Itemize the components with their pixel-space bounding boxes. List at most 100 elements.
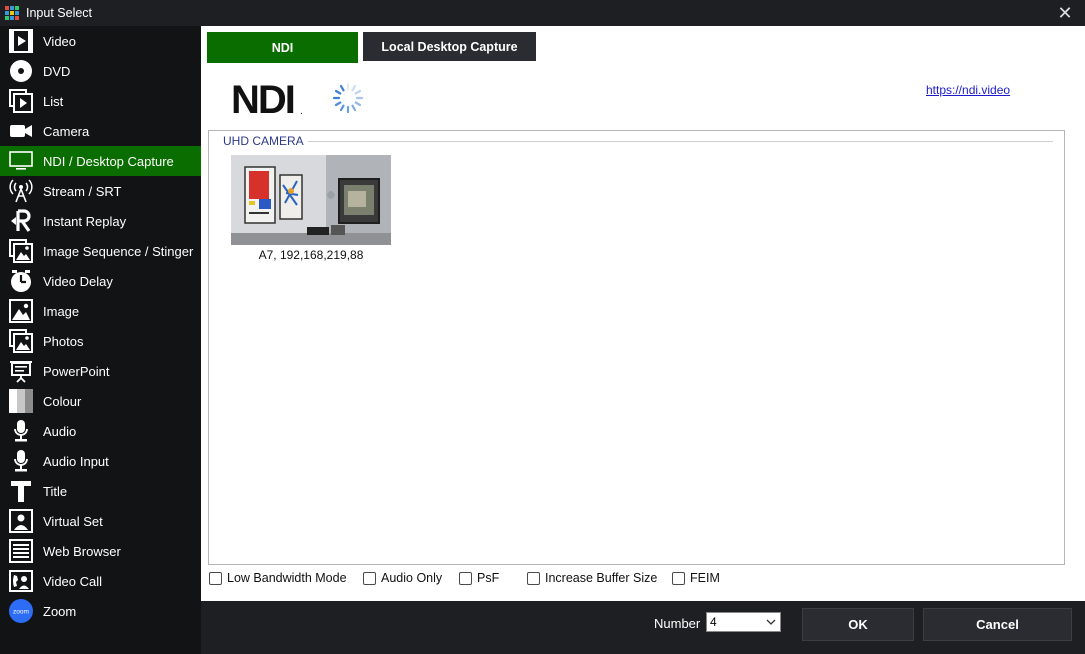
presentation-icon (8, 358, 34, 384)
sidebar-item-label: Stream / SRT (43, 183, 122, 199)
sidebar-item-label: Video (43, 33, 77, 49)
video-file-icon (8, 28, 34, 54)
audio-only-checkbox[interactable]: Audio Only (363, 571, 442, 585)
low-bandwidth-mode-checkbox[interactable]: Low Bandwidth Mode (209, 571, 347, 585)
microphone-input-icon (8, 448, 34, 474)
psf-checkbox[interactable]: PsF (459, 571, 499, 585)
sidebar-item-dvd[interactable]: DVD (0, 56, 201, 86)
ok-button[interactable]: OK (802, 608, 914, 641)
svg-text:zoom: zoom (13, 609, 29, 616)
ndi-source-thumbnail[interactable] (231, 155, 391, 245)
checkbox-box[interactable] (363, 571, 376, 585)
number-value: 4 (710, 615, 717, 629)
image-sequence-icon (8, 238, 34, 264)
loading-spinner-icon (332, 82, 364, 114)
photos-icon (8, 328, 34, 354)
footer-bar: Number 4 OK Cancel (201, 601, 1085, 654)
sidebar-item-label: PowerPoint (43, 363, 110, 379)
increase-buffer-size-checkbox[interactable]: Increase Buffer Size (527, 571, 657, 585)
clock-icon (8, 268, 34, 294)
cancel-button[interactable]: Cancel (923, 608, 1072, 641)
checkbox-label: Low Bandwidth Mode (227, 571, 347, 585)
checkbox-box[interactable] (527, 571, 540, 585)
sidebar-item-label: Colour (43, 393, 82, 409)
sidebar-item-image[interactable]: Image (0, 296, 201, 326)
sidebar-item-label: Instant Replay (43, 213, 127, 229)
sidebar-item-label: Title (43, 483, 68, 499)
sidebar-item-zoom[interactable]: zoom Zoom (0, 596, 201, 626)
group-divider (219, 141, 1053, 142)
replay-icon (8, 208, 34, 234)
checkbox-box[interactable] (459, 571, 472, 585)
sidebar-item-list[interactable]: List (0, 86, 201, 116)
ndi-panel: NDI Local Desktop Capture NDI . https://… (201, 26, 1085, 601)
input-type-sidebar: Video DVD List Camera NDI / Desktop Capt… (0, 26, 201, 654)
sidebar-item-label: NDI / Desktop Capture (43, 153, 174, 169)
checkbox-label: Audio Only (381, 571, 443, 585)
close-button[interactable]: ✕ (1055, 3, 1075, 23)
ndi-website-link[interactable]: https://ndi.video (926, 83, 1010, 97)
title-bar: Input Select ✕ (0, 0, 1085, 26)
colour-icon (8, 388, 34, 414)
ndi-source-caption: A7, 192,168,219,88 (258, 248, 364, 262)
chevron-down-icon (766, 619, 776, 625)
video-call-icon (8, 568, 34, 594)
sidebar-item-stream-srt[interactable]: Stream / SRT (0, 176, 201, 206)
list-icon (8, 88, 34, 114)
checkbox-label: FEIM (690, 571, 720, 585)
sidebar-item-ndi-desktop-capture[interactable]: NDI / Desktop Capture (0, 146, 201, 176)
tab-local-desktop-capture[interactable]: Local Desktop Capture (363, 32, 536, 61)
sidebar-item-image-sequence-stinger[interactable]: Image Sequence / Stinger (0, 236, 201, 266)
sidebar-item-label: DVD (43, 63, 71, 79)
sidebar-item-label: Photos (43, 333, 84, 349)
antenna-icon (8, 178, 34, 204)
checkbox-label: Increase Buffer Size (545, 571, 658, 585)
sidebar-item-colour[interactable]: Colour (0, 386, 201, 416)
sidebar-item-label: Video Delay (43, 273, 113, 289)
sidebar-item-label: Web Browser (43, 543, 121, 559)
sidebar-item-label: Image (43, 303, 80, 319)
sidebar-item-label: List (43, 93, 64, 109)
sidebar-item-label: Audio (43, 423, 77, 439)
sidebar-item-instant-replay[interactable]: Instant Replay (0, 206, 201, 236)
checkbox-box[interactable] (209, 571, 222, 585)
checkbox-box[interactable] (672, 571, 685, 585)
sidebar-item-photos[interactable]: Photos (0, 326, 201, 356)
ndi-logo: NDI . (231, 80, 303, 116)
sidebar-item-video-delay[interactable]: Video Delay (0, 266, 201, 296)
sidebar-item-video-call[interactable]: Video Call (0, 566, 201, 596)
source-group: UHD CAMERA A7, 192,168,219,88 (208, 130, 1065, 565)
sidebar-item-label: Image Sequence / Stinger (43, 243, 194, 259)
web-browser-icon (8, 538, 34, 564)
sidebar-item-label: Virtual Set (43, 513, 103, 529)
image-icon (8, 298, 34, 324)
feim-checkbox[interactable]: FEIM (672, 571, 720, 585)
tab-ndi[interactable]: NDI (207, 32, 358, 63)
zoom-icon: zoom (8, 598, 34, 624)
group-title: UHD CAMERA (219, 134, 308, 148)
window-title: Input Select (26, 6, 93, 20)
sidebar-item-label: Camera (43, 123, 90, 139)
sidebar-item-powerpoint[interactable]: PowerPoint (0, 356, 201, 386)
sidebar-item-audio[interactable]: Audio (0, 416, 201, 446)
microphone-icon (8, 418, 34, 444)
svg-text:NDI: NDI (231, 80, 294, 116)
sidebar-item-virtual-set[interactable]: Virtual Set (0, 506, 201, 536)
sidebar-item-camera[interactable]: Camera (0, 116, 201, 146)
monitor-icon (8, 148, 34, 174)
title-icon (8, 478, 34, 504)
disc-icon (8, 58, 34, 84)
sidebar-item-title[interactable]: Title (0, 476, 201, 506)
svg-text:.: . (300, 106, 303, 116)
camera-icon (8, 118, 34, 144)
sidebar-item-label: Audio Input (43, 453, 109, 469)
sidebar-item-audio-input[interactable]: Audio Input (0, 446, 201, 476)
virtual-set-icon (8, 508, 34, 534)
sidebar-item-label: Video Call (43, 573, 103, 589)
checkbox-label: PsF (477, 571, 500, 585)
number-label: Number (654, 616, 701, 631)
sidebar-item-video[interactable]: Video (0, 26, 201, 56)
sidebar-item-web-browser[interactable]: Web Browser (0, 536, 201, 566)
number-select[interactable]: 4 (706, 612, 781, 632)
sidebar-item-label: Zoom (43, 603, 77, 619)
